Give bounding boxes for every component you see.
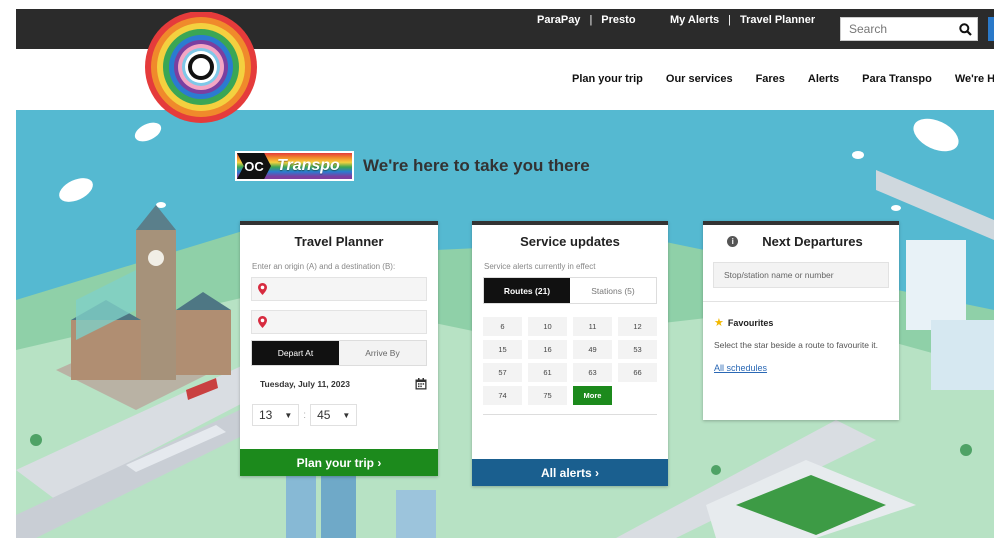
alert-tabs: Routes (21) Stations (5) (483, 277, 657, 304)
brand-header: OC Transpo We're here to take you there (235, 151, 590, 181)
oc-transpo-logo[interactable]: OC Transpo (235, 151, 354, 181)
caret-down-icon: ▼ (284, 410, 293, 420)
brand-wordmark: Transpo (277, 157, 340, 174)
calendar-icon[interactable] (415, 378, 427, 390)
route-chip[interactable]: 53 (618, 340, 657, 359)
service-updates-panel: Service updates Service alerts currently… (472, 221, 668, 486)
search-box (840, 17, 978, 41)
route-chip[interactable]: 16 (528, 340, 567, 359)
planner-hint: Enter an origin (A) and a destination (B… (252, 262, 396, 271)
pride-logo[interactable] (140, 12, 262, 124)
panel-title: Next Departures (762, 234, 863, 249)
minute-select[interactable]: 45 ▼ (310, 404, 358, 426)
nav-plan-your-trip[interactable]: Plan your trip (572, 73, 643, 85)
separator: | (589, 14, 593, 26)
route-chip[interactable]: 74 (483, 386, 522, 405)
my-alerts-link[interactable]: My Alerts (670, 14, 719, 26)
separator: | (728, 14, 731, 26)
time-row: 13 ▼ : 45 ▼ (252, 404, 438, 426)
travel-planner-link[interactable]: Travel Planner (740, 14, 815, 26)
destination-field[interactable] (251, 310, 427, 334)
trip-date[interactable]: Tuesday, July 11, 2023 (260, 379, 350, 389)
route-chip[interactable]: 10 (528, 317, 567, 336)
search-button[interactable] (953, 18, 977, 40)
location-pin-icon (258, 316, 267, 328)
hour-value: 13 (259, 408, 273, 422)
date-row: Tuesday, July 11, 2023 (260, 378, 427, 390)
arrive-by-option[interactable]: Arrive By (339, 341, 426, 365)
all-schedules-link[interactable]: All schedules (714, 363, 899, 373)
favourites-help: Select the star beside a route to favour… (714, 340, 878, 350)
nav-para-transpo[interactable]: Para Transpo (862, 73, 932, 85)
hero-tagline: We're here to take you there (363, 156, 590, 175)
divider (483, 414, 657, 415)
route-chip[interactable]: 6 (483, 317, 522, 336)
route-chip[interactable]: 57 (483, 363, 522, 382)
depart-arrive-toggle: Depart At Arrive By (251, 340, 427, 366)
route-grid: 6 10 11 12 15 16 49 53 57 61 63 66 74 75… (483, 317, 668, 405)
route-chip[interactable]: 15 (483, 340, 522, 359)
plan-trip-button[interactable]: Plan your trip › (240, 449, 438, 476)
utility-links-left: ParaPay | Presto (537, 0, 636, 40)
nav-fares[interactable]: Fares (756, 73, 785, 85)
location-pin-icon (258, 283, 267, 295)
updates-hint: Service alerts currently in effect (484, 262, 596, 271)
hour-select[interactable]: 13 ▼ (252, 404, 300, 426)
panel-title: Service updates (520, 234, 620, 249)
nav-were-hiring[interactable]: We're Hiring (955, 73, 994, 85)
route-chip[interactable]: 66 (618, 363, 657, 382)
nav-alerts[interactable]: Alerts (808, 73, 839, 85)
minute-value: 45 (317, 408, 331, 422)
tab-routes[interactable]: Routes (21) (484, 278, 570, 303)
panel-title: Travel Planner (294, 234, 384, 249)
divider (703, 301, 899, 302)
nav-our-services[interactable]: Our services (666, 73, 733, 85)
route-chip[interactable]: 61 (528, 363, 567, 382)
search-icon (958, 22, 972, 36)
presto-link[interactable]: Presto (601, 14, 635, 26)
time-separator: : (303, 409, 307, 421)
caret-down-icon: ▼ (342, 410, 351, 420)
main-nav: Plan your trip Our services Fares Alerts… (572, 73, 994, 85)
header-accent (988, 17, 994, 41)
travel-planner-panel: Travel Planner Enter an origin (A) and a… (240, 221, 438, 476)
search-input[interactable] (841, 19, 953, 39)
route-chip[interactable]: 11 (573, 317, 612, 336)
next-departures-header: i Next Departures (703, 234, 899, 249)
favourites-title: Favourites (727, 317, 774, 328)
tab-stations[interactable]: Stations (5) (570, 278, 656, 303)
favourites-header: ★ Favourites (714, 316, 899, 329)
parapay-link[interactable]: ParaPay (537, 14, 580, 26)
oc-mark: OC (237, 153, 271, 179)
all-alerts-button[interactable]: All alerts › (472, 459, 668, 486)
route-chip[interactable]: 75 (528, 386, 567, 405)
star-icon: ★ (714, 317, 724, 329)
utility-links-right: My Alerts | Travel Planner (670, 0, 815, 40)
info-icon[interactable]: i (727, 236, 739, 247)
route-chip[interactable]: 49 (573, 340, 612, 359)
next-departures-panel: i Next Departures Stop/station name or n… (703, 221, 899, 420)
route-chip[interactable]: 63 (573, 363, 612, 382)
more-routes-button[interactable]: More (573, 386, 612, 405)
route-chip[interactable]: 12 (618, 317, 657, 336)
stop-search-input[interactable]: Stop/station name or number (713, 262, 889, 288)
origin-field[interactable] (251, 277, 427, 301)
depart-at-option[interactable]: Depart At (252, 341, 339, 365)
